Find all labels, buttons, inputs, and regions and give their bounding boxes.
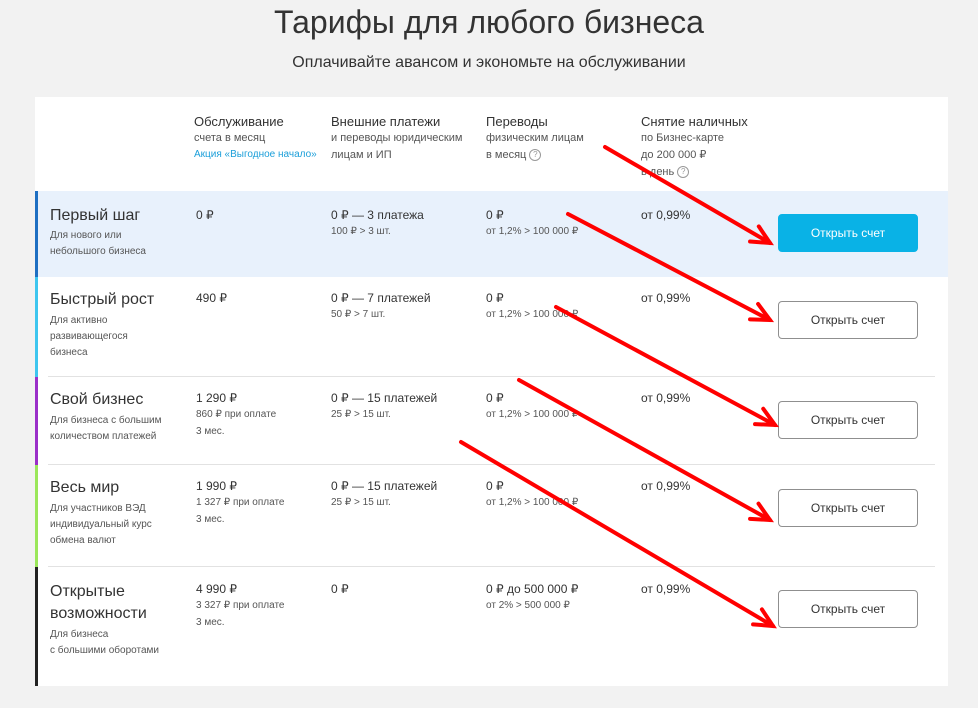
- help-icon[interactable]: ?: [529, 149, 542, 162]
- open-account-button[interactable]: Открыть счет: [778, 301, 918, 339]
- tariff-color-stripe: [35, 465, 38, 567]
- cash-value: от 0,99%: [641, 479, 691, 493]
- tariff-color-stripe: [35, 277, 38, 377]
- table-row: Весь мир Для участников ВЭД индивидуальн…: [35, 465, 948, 567]
- open-account-button[interactable]: Открыть счет: [778, 489, 918, 527]
- payments-value: 0 ₽ — 15 платежей 25 ₽ > 15 шт.: [331, 391, 438, 420]
- tariff-color-stripe: [35, 567, 38, 686]
- service-price: 4 990 ₽ 3 327 ₽ при оплате 3 мес.: [196, 582, 285, 628]
- promo-link[interactable]: Акция «Выгодное начало»: [194, 147, 317, 162]
- transfers-value: 0 ₽ от 1,2% > 100 000 ₽: [486, 291, 579, 320]
- payments-value: 0 ₽ — 3 платежа 100 ₽ > 3 шт.: [331, 208, 424, 237]
- transfers-value: 0 ₽ от 1,2% > 100 000 ₽: [486, 391, 579, 420]
- tariff-name: Быстрый рост: [50, 291, 155, 308]
- column-header-cash: Снятие наличных по Бизнес-карте до 200 0…: [641, 114, 748, 179]
- tariff-color-stripe: [35, 191, 38, 277]
- service-price: 0 ₽: [196, 208, 214, 222]
- page-subtitle: Оплачивайте авансом и экономьте на обслу…: [292, 54, 686, 71]
- open-account-button[interactable]: Открыть счет: [778, 214, 918, 252]
- tariff-name: Первый шаг: [50, 207, 141, 224]
- tariff-description: Для активно развивающегося бизнеса: [50, 315, 128, 358]
- open-account-button[interactable]: Открыть счет: [778, 590, 918, 628]
- tariff-description: Для участников ВЭД индивидуальный курс о…: [50, 503, 152, 546]
- column-header-service: Обслуживание счета в месяц Акция «Выгодн…: [194, 114, 317, 162]
- service-price: 1 290 ₽ 860 ₽ при оплате 3 мес.: [196, 391, 277, 437]
- transfers-value: 0 ₽ от 1,2% > 100 000 ₽: [486, 208, 579, 237]
- cash-value: от 0,99%: [641, 391, 691, 405]
- payments-value: 0 ₽ — 7 платежей 50 ₽ > 7 шт.: [331, 291, 431, 320]
- help-icon[interactable]: ?: [677, 166, 690, 179]
- tariff-name: Весь мир: [50, 479, 120, 496]
- table-row: Первый шаг Для нового или небольшого биз…: [35, 191, 948, 277]
- service-price: 1 990 ₽ 1 327 ₽ при оплате 3 мес.: [196, 479, 285, 525]
- tariff-name: Свой бизнес: [50, 391, 144, 408]
- tariff-description: Для бизнеса с большим количеством платеж…: [50, 415, 162, 442]
- cash-value: от 0,99%: [641, 208, 691, 222]
- transfers-value: 0 ₽ до 500 000 ₽ от 2% > 500 000 ₽: [486, 582, 579, 611]
- table-row: Быстрый рост Для активно развивающегося …: [35, 277, 948, 377]
- open-account-button[interactable]: Открыть счет: [778, 401, 918, 439]
- service-price: 490 ₽: [196, 291, 227, 305]
- page-title: Тарифы для любого бизнеса: [274, 4, 704, 40]
- tariff-description: Для нового или небольшого бизнеса: [50, 230, 146, 257]
- transfers-value: 0 ₽ от 1,2% > 100 000 ₽: [486, 479, 579, 508]
- tariff-description: Для бизнеса с большими оборотами: [50, 629, 159, 656]
- cash-value: от 0,99%: [641, 291, 691, 305]
- table-row: Открытые возможности Для бизнеса с больш…: [35, 567, 948, 686]
- table-row: Свой бизнес Для бизнеса с большим количе…: [35, 377, 948, 465]
- column-header-transfers: Переводы физическим лицам в месяц?: [486, 114, 584, 162]
- column-header-payments: Внешние платежи и переводы юридическим л…: [331, 114, 463, 161]
- payments-value: 0 ₽: [331, 582, 349, 596]
- tariff-color-stripe: [35, 377, 38, 465]
- cash-value: от 0,99%: [641, 582, 691, 596]
- table-header: Обслуживание счета в месяц Акция «Выгодн…: [35, 97, 948, 191]
- payments-value: 0 ₽ — 15 платежей 25 ₽ > 15 шт.: [331, 479, 438, 508]
- tariff-name: Открытые возможности: [50, 583, 147, 622]
- tariffs-table: Обслуживание счета в месяц Акция «Выгодн…: [35, 97, 948, 686]
